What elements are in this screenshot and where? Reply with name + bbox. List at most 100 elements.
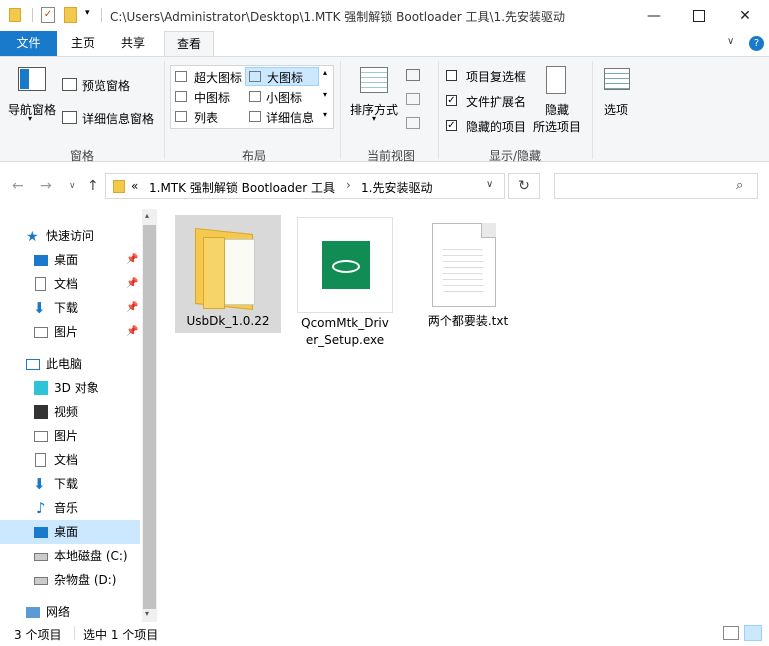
- status-selected-count: 选中 1 个项目: [83, 628, 159, 642]
- nav-quick-pictures[interactable]: 图片 📌: [0, 320, 140, 344]
- breadcrumb-separator[interactable]: ›: [346, 178, 351, 192]
- breadcrumb-item-current[interactable]: 1.先安装驱动: [361, 179, 432, 196]
- qat-dropdown-icon[interactable]: ▾: [85, 8, 90, 18]
- back-arrow-icon[interactable]: ←: [12, 163, 24, 209]
- navigation-pane: ★ 快速访问 桌面 📌 文档 📌 ⬇ 下载 📌 图片 📌 此电脑 3D 对象 视…: [0, 209, 157, 622]
- nav-local-disk-c-label: 本地磁盘 (C:): [54, 549, 128, 563]
- address-bar[interactable]: « 1.MTK 强制解锁 Bootloader 工具 › 1.先安装驱动 ∨: [105, 173, 505, 199]
- layout-list-label: 列表: [194, 111, 219, 125]
- new-folder-icon[interactable]: [64, 7, 77, 23]
- gallery-more-icon[interactable]: ▾: [323, 110, 327, 119]
- item-checkboxes-checkbox[interactable]: [446, 70, 457, 81]
- close-button[interactable]: ✕: [722, 0, 768, 31]
- nav-quick-downloads-label: 下载: [54, 301, 79, 315]
- nav-desktop-label: 桌面: [54, 525, 79, 539]
- scrollbar-thumb[interactable]: [143, 225, 156, 609]
- gallery-up-icon[interactable]: ▴: [323, 68, 327, 77]
- status-item-count: 3 个项目: [14, 628, 62, 642]
- nav-quick-desktop[interactable]: 桌面 📌: [0, 248, 140, 272]
- breadcrumb-overflow[interactable]: «: [131, 179, 138, 193]
- scroll-up-icon[interactable]: ▴: [145, 211, 149, 220]
- small-icons-icon: [249, 91, 261, 102]
- layout-gallery: 超大图标 大图标 中图标 小图标 列表 详细信息 ▴ ▾ ▾: [170, 65, 334, 129]
- hidden-items-label: 隐藏的项目: [466, 120, 527, 134]
- network-icon: [26, 607, 40, 618]
- up-arrow-icon[interactable]: ↑: [87, 163, 99, 209]
- layout-extra-large-label: 超大图标: [194, 71, 243, 85]
- nav-local-disk-c[interactable]: 本地磁盘 (C:): [0, 544, 140, 568]
- nav-documents[interactable]: 文档: [0, 448, 140, 472]
- desktop-icon: [34, 527, 48, 538]
- nav-desktop[interactable]: 桌面: [0, 520, 140, 544]
- breadcrumb-item[interactable]: 1.MTK 强制解锁 Bootloader 工具: [149, 179, 335, 196]
- tab-share[interactable]: 共享: [110, 31, 156, 56]
- group-label-current-view: 当前视图: [366, 149, 415, 163]
- file-item[interactable]: 两个都要装.txt: [415, 215, 521, 333]
- collapse-ribbon-icon[interactable]: ∨: [727, 36, 734, 47]
- size-columns-icon[interactable]: [406, 117, 420, 129]
- nav-pane-button[interactable]: 导航窗格 ▾: [6, 62, 58, 126]
- address-dropdown-icon[interactable]: ∨: [486, 179, 493, 190]
- tab-home[interactable]: 主页: [60, 31, 106, 56]
- properties-icon[interactable]: ✓: [41, 7, 55, 23]
- layout-large[interactable]: 大图标: [245, 67, 319, 86]
- chevron-down-icon: ▾: [372, 114, 377, 123]
- nav-downloads[interactable]: ⬇ 下载: [0, 472, 140, 496]
- file-name-line-1: QcomMtk_Driv: [301, 316, 389, 330]
- drive-icon: [34, 553, 48, 561]
- sort-by-button[interactable]: 排序方式 ▾: [346, 62, 404, 126]
- medium-icons-icon: [175, 91, 187, 102]
- gallery-down-icon[interactable]: ▾: [323, 90, 327, 99]
- nav-3d-objects[interactable]: 3D 对象: [0, 376, 140, 400]
- file-item[interactable]: QcomMtk_Driv er_Setup.exe: [297, 217, 393, 347]
- exe-app-icon: [297, 217, 393, 313]
- details-pane-label: 详细信息窗格: [82, 112, 155, 126]
- nav-quick-access[interactable]: ★ 快速访问: [0, 224, 140, 248]
- nav-this-pc[interactable]: 此电脑: [0, 352, 140, 376]
- address-row: ← → ∨ ↑ « 1.MTK 强制解锁 Bootloader 工具 › 1.先…: [0, 163, 769, 209]
- large-icons-icon: [249, 71, 261, 82]
- nav-quick-downloads[interactable]: ⬇ 下载 📌: [0, 296, 140, 320]
- nav-downloads-label: 下载: [54, 477, 79, 491]
- forward-arrow-icon[interactable]: →: [40, 163, 52, 209]
- nav-videos[interactable]: 视频: [0, 400, 140, 424]
- nav-scrollbar[interactable]: ▴ ▾: [142, 209, 157, 622]
- nav-quick-documents[interactable]: 文档 📌: [0, 272, 140, 296]
- tab-view[interactable]: 查看: [164, 31, 214, 56]
- large-icons-view-icon[interactable]: [744, 625, 762, 641]
- group-by-icon[interactable]: [406, 69, 420, 81]
- options-button[interactable]: 选项: [598, 62, 638, 126]
- nav-quick-desktop-label: 桌面: [54, 253, 79, 267]
- nav-music[interactable]: ♪ 音乐: [0, 496, 140, 520]
- ribbon: 导航窗格 ▾ 预览窗格 详细信息窗格 窗格 超大图标 大图标 中图标 小图标 列…: [0, 56, 769, 163]
- details-pane-icon: [62, 111, 77, 124]
- add-columns-icon[interactable]: [406, 93, 420, 105]
- search-input[interactable]: ⌕: [554, 173, 758, 199]
- nav-videos-label: 视频: [54, 405, 79, 419]
- maximize-icon: [693, 9, 705, 22]
- nav-network[interactable]: 网络: [0, 600, 140, 624]
- details-icon: [249, 111, 261, 122]
- nav-pictures-label: 图片: [54, 429, 79, 443]
- help-icon[interactable]: ?: [749, 36, 764, 51]
- hide-selected-button[interactable]: 隐藏 所选项目: [531, 62, 585, 138]
- nav-pictures[interactable]: 图片: [0, 424, 140, 448]
- computer-icon: [26, 359, 40, 370]
- details-view-icon[interactable]: [723, 626, 739, 640]
- tab-file[interactable]: 文件: [0, 31, 57, 56]
- file-name-line-2: er_Setup.exe: [305, 333, 385, 347]
- nav-quick-documents-label: 文档: [54, 277, 79, 291]
- pictures-icon: [34, 431, 48, 442]
- folder-icon: [195, 225, 259, 311]
- minimize-icon: —: [647, 7, 661, 24]
- minimize-button[interactable]: —: [631, 0, 677, 31]
- hidden-items-checkbox[interactable]: ✓: [446, 120, 457, 131]
- recent-locations-icon[interactable]: ∨: [69, 163, 76, 209]
- file-extensions-checkbox[interactable]: ✓: [446, 95, 457, 106]
- refresh-button[interactable]: ↻: [508, 173, 540, 199]
- file-item[interactable]: UsbDk_1.0.22: [175, 215, 281, 333]
- list-icon: [175, 111, 187, 122]
- scroll-down-icon[interactable]: ▾: [145, 609, 149, 618]
- nav-disk-d[interactable]: 杂物盘 (D:): [0, 568, 140, 592]
- maximize-button[interactable]: [676, 0, 722, 31]
